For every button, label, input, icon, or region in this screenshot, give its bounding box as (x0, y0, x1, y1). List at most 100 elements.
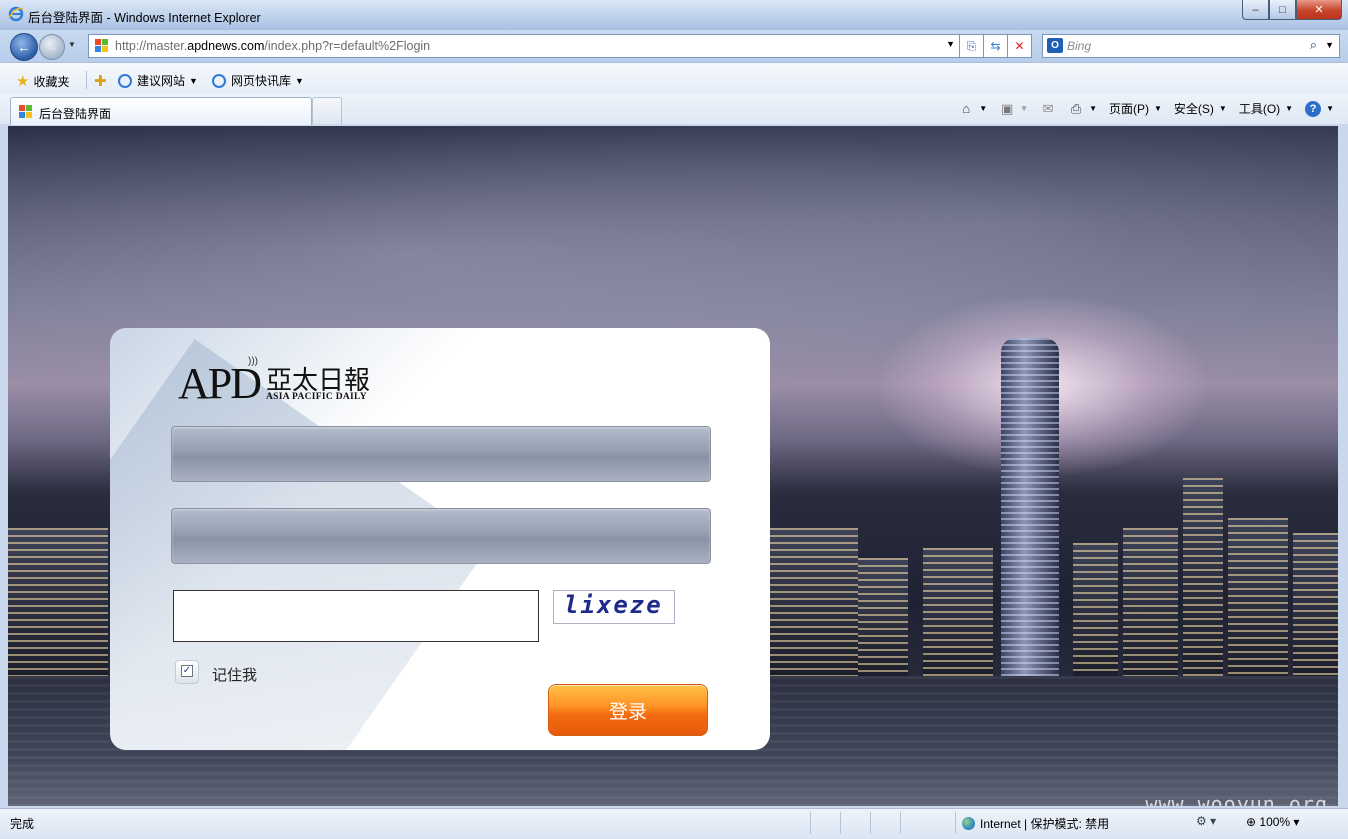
search-placeholder: Bing (1067, 39, 1092, 53)
security-zone[interactable]: Internet | 保护模式: 禁用 (962, 815, 1109, 832)
background-building (1228, 518, 1288, 678)
home-icon: ⌂ (962, 101, 971, 116)
favorites-label: 收藏夹 (33, 74, 70, 89)
address-bar[interactable]: http://master.apdnews.com/index.php?r=de… (88, 34, 960, 58)
page-menu[interactable]: 页面(P) ▼ (1109, 100, 1162, 117)
url-domain: apdnews.com (187, 39, 265, 53)
chevron-down-icon: ▼ (1218, 104, 1227, 113)
compatibility-icon: ⎘ (966, 38, 977, 53)
watermark-text: www.wooyun.org (1145, 792, 1328, 806)
address-dropdown-icon[interactable]: ▼ (946, 39, 955, 49)
globe-icon (962, 817, 975, 830)
back-button[interactable]: ← (10, 33, 38, 61)
page-menu-label: 页面(P) (1108, 102, 1149, 116)
background-building (8, 528, 108, 678)
help-button[interactable]: ? ▼ (1305, 100, 1334, 117)
navigation-bar: ← → ▼ http://master.apdnews.com/index.ph… (0, 30, 1348, 62)
background-building (858, 558, 908, 678)
background-building (923, 548, 993, 678)
checkmark-icon: ✓ (181, 665, 193, 677)
status-divider (955, 812, 956, 834)
captcha-field-container (173, 590, 539, 642)
compatibility-view-button[interactable]: ⎘ (960, 34, 984, 58)
stop-icon: ✕ (1014, 39, 1025, 53)
apd-logo: APD ))) 亞太日報 ASIA PACIFIC DAILY (178, 356, 383, 408)
favorites-button[interactable]: ★ 收藏夹 (16, 72, 69, 90)
web-slice-gallery-link[interactable]: 网页快讯库 ▼ (212, 72, 304, 89)
remember-me-checkbox[interactable]: ✓ (175, 660, 199, 684)
rss-icon: ▣ (1000, 100, 1014, 116)
username-input[interactable] (172, 427, 710, 481)
ie-page-icon (212, 73, 226, 88)
add-star-icon: ✚ (94, 73, 107, 90)
password-input[interactable] (172, 509, 710, 563)
login-button[interactable]: 登录 (548, 684, 708, 736)
status-divider (840, 812, 841, 834)
home-button[interactable]: ⌂ ▼ (958, 101, 987, 117)
tools-menu[interactable]: 工具(O) ▼ (1239, 100, 1293, 117)
search-provider-icon: O (1047, 38, 1063, 53)
ie-logo-icon (8, 6, 24, 22)
signal-waves-icon: ))) (248, 356, 258, 367)
login-panel: APD ))) 亞太日報 ASIA PACIFIC DAILY lixeze ✓… (110, 328, 770, 750)
status-bar: 完成 Internet | 保护模式: 禁用 ⚙ ▾ ⊕ 100% ▾ (0, 808, 1348, 839)
recent-pages-dropdown-icon[interactable]: ▼ (68, 40, 76, 49)
close-button[interactable]: ✕ (1296, 0, 1342, 20)
tab-bar: 后台登陆界面 ⌂ ▼ ▣ ▼ ✉ ⎙ ▼ 页面(P) ▼ 安全(S) ▼ 工具(O) ▼ ?… (0, 94, 1348, 125)
security-zone-label: Internet | 保护模式: 禁用 (980, 817, 1110, 831)
captcha-input[interactable] (174, 591, 538, 641)
url-prefix: http://master. (115, 39, 188, 53)
chevron-down-icon: ▼ (1153, 104, 1162, 113)
status-text: 完成 (10, 817, 35, 831)
add-favorites-button[interactable]: ✚ (94, 72, 111, 90)
read-mail-button[interactable]: ✉ (1040, 101, 1056, 117)
arrow-right-icon: → (46, 40, 58, 54)
refresh-button[interactable]: ⇆ (984, 34, 1008, 58)
minimize-button[interactable]: – (1242, 0, 1269, 20)
maximize-button[interactable]: □ (1269, 0, 1296, 20)
favorites-divider (86, 71, 87, 89)
background-skyscraper (1001, 338, 1059, 678)
status-divider (900, 812, 901, 834)
captcha-text: lixeze (564, 591, 663, 619)
search-icon[interactable]: ⌕ (1310, 37, 1317, 53)
chevron-down-icon: ▼ (979, 104, 988, 113)
background-building (1183, 478, 1223, 678)
remember-me-label: 记住我 (212, 667, 258, 684)
new-tab-button[interactable] (312, 97, 342, 124)
safety-menu-label: 安全(S) (1173, 102, 1214, 116)
chevron-down-icon: ▼ (1326, 104, 1334, 113)
background-building (1073, 543, 1118, 678)
suggested-sites-label: 建议网站 (137, 74, 186, 88)
url-suffix: /index.php?r=default%2Flogin (264, 39, 431, 53)
captcha-image[interactable]: lixeze (553, 590, 675, 624)
stop-button[interactable]: ✕ (1008, 34, 1032, 58)
safety-menu[interactable]: 安全(S) ▼ (1174, 100, 1227, 117)
window-title: 后台登陆界面 - Windows Internet Explorer (28, 11, 261, 25)
chevron-down-icon: ▼ (1020, 104, 1029, 113)
feeds-button[interactable]: ▣ ▼ (999, 101, 1028, 117)
chevron-down-icon: ▼ (1285, 104, 1294, 113)
forward-button[interactable]: → (39, 34, 65, 60)
status-divider (870, 812, 871, 834)
printer-icon: ⎙ (1070, 100, 1082, 116)
arrow-left-icon: ← (17, 39, 31, 55)
favorites-bar: ★ 收藏夹 ✚ 建议网站 ▼ 网页快讯库 ▼ (0, 62, 1348, 95)
site-favicon-icon (19, 105, 32, 118)
background-building (1293, 533, 1338, 678)
mail-icon: ✉ (1042, 100, 1054, 116)
chevron-down-icon: ▼ (189, 75, 198, 86)
search-dropdown-icon[interactable]: ▼ (1325, 40, 1334, 50)
zoom-level[interactable]: ⊕ 100% ▾ (1246, 815, 1299, 829)
phishing-filter-icon[interactable]: ⚙ ▾ (1196, 814, 1216, 828)
zoom-label: 100% (1259, 815, 1291, 829)
help-icon: ? (1305, 100, 1322, 117)
tab-login[interactable]: 后台登陆界面 (10, 97, 312, 125)
password-field-container (171, 508, 711, 564)
search-box[interactable]: O Bing ⌕ ▼ (1042, 34, 1340, 58)
print-button[interactable]: ⎙ ▼ (1068, 101, 1097, 117)
address-text[interactable]: http://master.apdnews.com/index.php?r=de… (115, 39, 430, 53)
web-slice-gallery-label: 网页快讯库 (231, 74, 292, 88)
suggested-sites-link[interactable]: 建议网站 ▼ (118, 72, 198, 89)
username-field-container (171, 426, 711, 482)
